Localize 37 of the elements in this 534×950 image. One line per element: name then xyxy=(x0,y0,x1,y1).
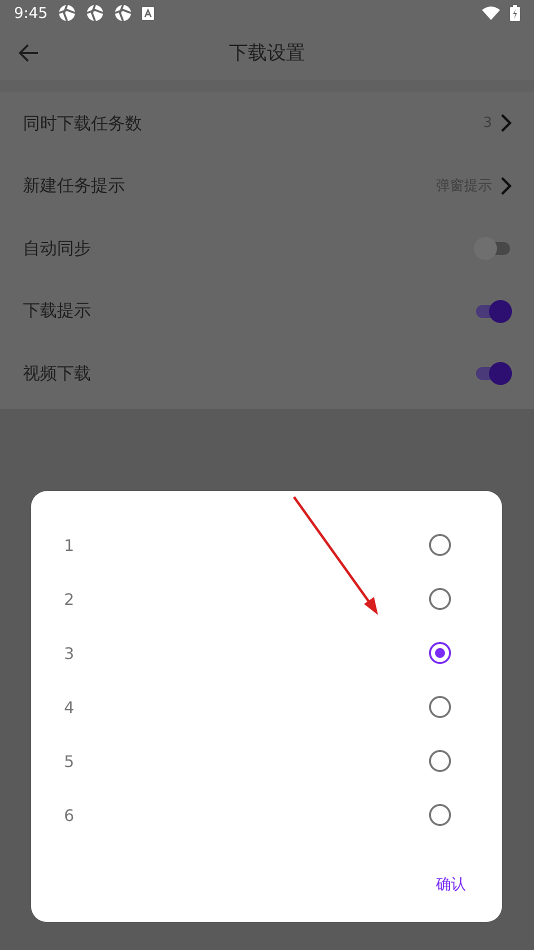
radio-button[interactable] xyxy=(428,533,452,557)
option-row[interactable]: 3 xyxy=(31,626,502,680)
toggle-switch[interactable] xyxy=(474,361,512,386)
radio-button[interactable] xyxy=(428,641,452,665)
setting-label: 下载提示 xyxy=(23,300,92,322)
toggle-switch[interactable] xyxy=(474,298,512,323)
option-row[interactable]: 1 xyxy=(31,518,502,572)
radio-button[interactable] xyxy=(428,695,452,719)
option-label: 5 xyxy=(64,752,76,770)
aperture-icon xyxy=(58,4,76,22)
status-time: 9:45 xyxy=(14,4,48,22)
battery-icon xyxy=(510,5,520,21)
option-row[interactable]: 4 xyxy=(31,680,502,734)
option-label: 1 xyxy=(64,536,76,554)
option-label: 3 xyxy=(64,644,76,662)
aperture-icon xyxy=(114,4,132,22)
option-label: 4 xyxy=(64,698,76,716)
radio-button[interactable] xyxy=(428,749,452,773)
option-label: 2 xyxy=(64,590,76,608)
radio-button[interactable] xyxy=(428,587,452,611)
option-row[interactable]: 2 xyxy=(31,572,502,626)
setting-label: 自动同步 xyxy=(23,238,92,260)
aperture-icon xyxy=(86,4,104,22)
option-row[interactable]: 6 xyxy=(31,788,502,842)
option-row[interactable]: 5 xyxy=(31,734,502,788)
chevron-right-icon[interactable] xyxy=(500,113,512,134)
radio-button[interactable] xyxy=(428,803,452,827)
confirm-button[interactable]: 确认 xyxy=(434,873,468,896)
setting-label: 新建任务提示 xyxy=(23,175,126,198)
setting-label: 同时下载任务数 xyxy=(23,112,143,135)
setting-label: 视频下载 xyxy=(23,362,92,385)
option-label: 6 xyxy=(64,806,76,824)
keyboard-icon xyxy=(142,6,154,20)
wifi-icon xyxy=(482,6,500,20)
chevron-right-icon[interactable] xyxy=(500,176,512,196)
toggle-switch[interactable] xyxy=(474,236,512,260)
page-title: 下载设置 xyxy=(229,41,305,66)
